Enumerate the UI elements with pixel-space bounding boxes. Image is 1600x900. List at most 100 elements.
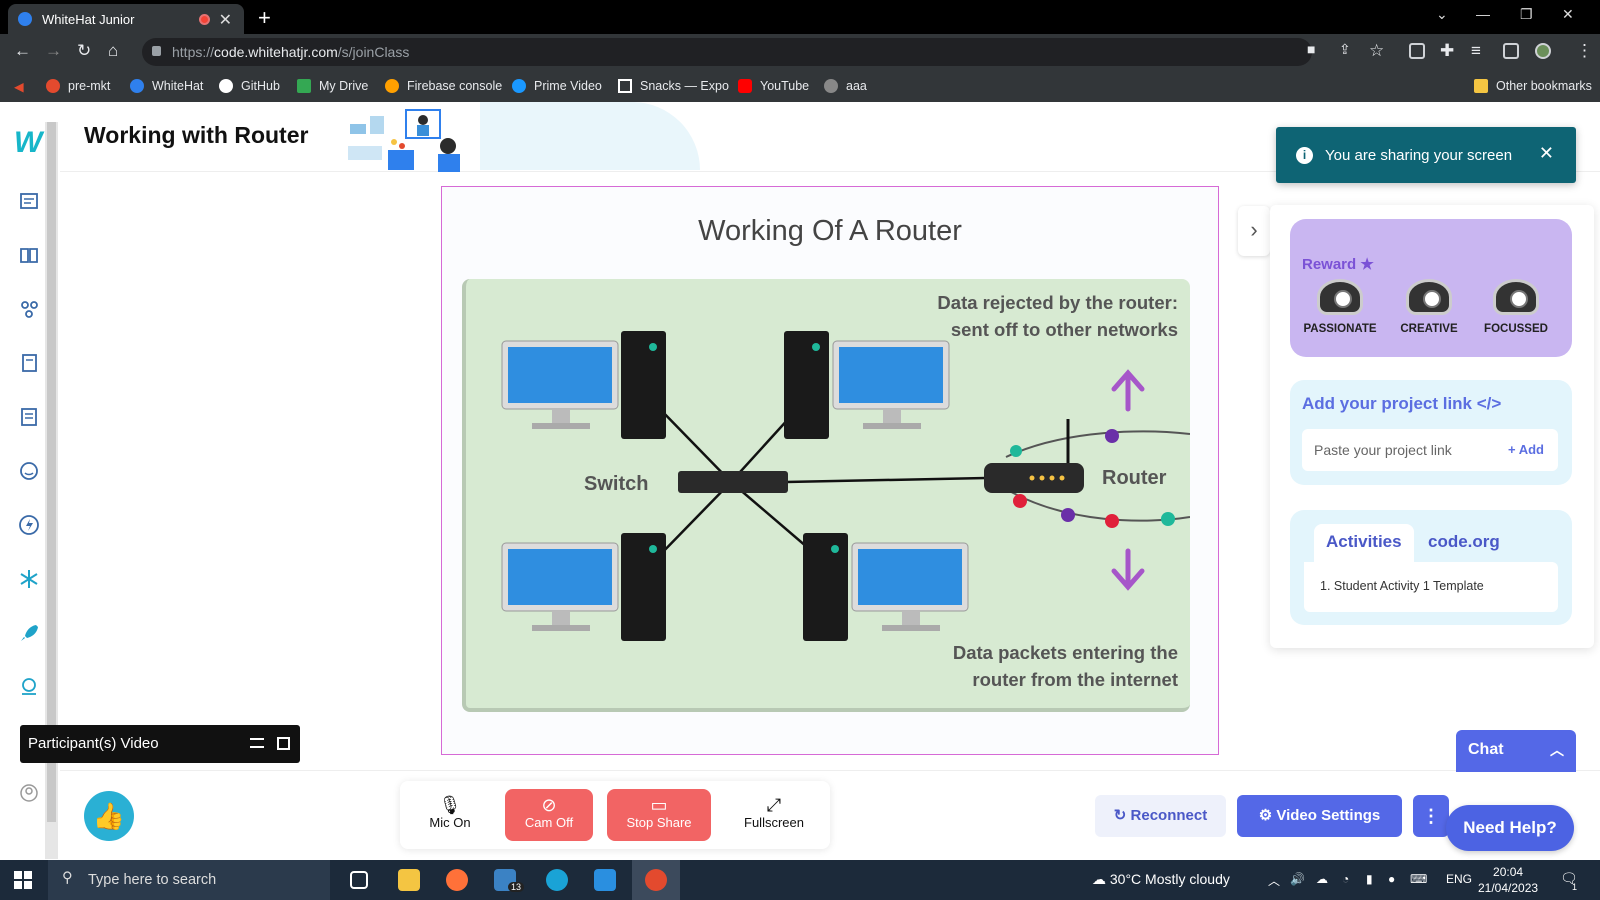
forward-icon[interactable]: →	[45, 41, 62, 61]
battery-icon[interactable]: ▮	[1366, 872, 1373, 886]
file-explorer-icon[interactable]	[398, 869, 420, 891]
lightning-icon[interactable]	[18, 514, 40, 536]
bookmark-prime-video[interactable]: Prime Video	[512, 79, 602, 93]
vscode-icon[interactable]	[594, 869, 616, 891]
bookmark-youtube[interactable]: YouTube	[738, 79, 809, 93]
minimize-icon[interactable]: —	[1476, 6, 1490, 22]
badge-creative[interactable]: CREATIVE	[1389, 279, 1469, 335]
back-icon[interactable]: ←	[14, 41, 31, 61]
bookmark-snacks-expo[interactable]: Snacks — Expo	[618, 79, 729, 93]
other-bookmarks-label: Other bookmarks	[1496, 79, 1592, 93]
extensions-puzzle-icon[interactable]: ✚	[1440, 41, 1454, 61]
chat-button[interactable]: Chat ︿	[1456, 730, 1576, 772]
smiley-icon[interactable]	[18, 460, 40, 482]
new-tab-button[interactable]: +	[258, 5, 271, 31]
tab-code-org[interactable]: code.org	[1416, 524, 1512, 562]
taskbar-clock[interactable]: 20:04 21/04/2023	[1478, 864, 1538, 896]
share-icon[interactable]: ⇪	[1339, 41, 1351, 58]
show-hidden-icons[interactable]: ︿	[1268, 872, 1280, 889]
volume-icon[interactable]: 🔊	[1290, 872, 1305, 886]
tab-activities[interactable]: Activities	[1314, 524, 1414, 562]
bookmark-star-icon[interactable]: ☆	[1369, 41, 1384, 61]
expo-icon	[618, 79, 632, 93]
firebase-icon	[385, 79, 399, 93]
book-icon[interactable]	[18, 244, 40, 266]
add-project-link-button[interactable]: + Add	[1508, 442, 1544, 457]
wifi-icon[interactable]: ◔	[1342, 872, 1349, 886]
reload-icon[interactable]: ↻	[77, 41, 91, 61]
close-window-icon[interactable]: ✕	[1562, 6, 1574, 23]
other-bookmarks[interactable]: Other bookmarks	[1474, 79, 1592, 93]
bookmark-my-drive[interactable]: My Drive	[297, 79, 368, 93]
panel-toggle-chevron-icon[interactable]: ›	[1238, 206, 1270, 256]
participant-video-bar[interactable]: Participant(s) Video	[20, 725, 300, 763]
class-schedule-icon[interactable]	[18, 190, 40, 212]
firefox-icon[interactable]	[446, 869, 468, 891]
restore-icon[interactable]: ❐	[1520, 6, 1533, 23]
stop-share-button[interactable]: ▭ Stop Share	[607, 789, 711, 841]
badge-label: PASSIONATE	[1303, 323, 1377, 335]
document-icon[interactable]	[18, 406, 40, 428]
edge-icon[interactable]	[546, 869, 568, 891]
profile-avatar-icon[interactable]	[1535, 43, 1551, 59]
weather-widget[interactable]: ☁ 30°C Mostly cloudy	[1092, 871, 1230, 888]
github-icon	[219, 79, 233, 93]
taskbar-search[interactable]: ⚲ Type here to search	[48, 860, 330, 900]
camera-off-icon: ⊘	[541, 795, 557, 815]
bookmark-whitehat[interactable]: WhiteHat	[130, 79, 203, 93]
need-help-button[interactable]: Need Help?	[1446, 805, 1574, 851]
windows-taskbar: ⚲ Type here to search 13 ☁ 30°C Mostly c…	[0, 860, 1600, 900]
video-settings-button[interactable]: ⚙ Video Settings	[1237, 795, 1402, 837]
more-options-button[interactable]: ⋮	[1413, 795, 1449, 837]
maximize-icon[interactable]	[277, 737, 290, 750]
onedrive-icon[interactable]: ☁	[1316, 872, 1328, 886]
apps-icon[interactable]: ◀	[14, 79, 24, 94]
media-queue-icon[interactable]: ≡	[1471, 41, 1481, 61]
mic-button[interactable]: 🎙 Mic On	[406, 789, 494, 841]
nodes-icon[interactable]	[18, 298, 40, 320]
camera-icon[interactable]: ■	[1307, 41, 1315, 57]
activities-list: 1. Student Activity 1 Template	[1304, 562, 1558, 612]
scrollbar-thumb[interactable]	[47, 122, 56, 822]
badge-passionate[interactable]: PASSIONATE	[1300, 279, 1380, 335]
browser-tab[interactable]: WhiteHat Junior ✕	[8, 4, 244, 34]
arrow-up-icon	[1111, 369, 1145, 412]
close-tab-icon[interactable]: ✕	[219, 10, 232, 30]
mic-tray-icon[interactable]: ●	[1388, 872, 1395, 886]
extension-shield-icon[interactable]	[1409, 43, 1425, 59]
chrome-icon[interactable]	[645, 869, 667, 891]
side-panel-icon[interactable]	[1503, 43, 1519, 59]
rocket-icon[interactable]	[18, 622, 40, 644]
participant-video-label: Participant(s) Video	[28, 735, 159, 752]
whitehat-logo[interactable]: W	[14, 126, 42, 160]
bookmark-github[interactable]: GitHub	[219, 79, 280, 93]
url-bar[interactable]: https:// code.whitehatjr.com /s/joinClas…	[142, 38, 1312, 66]
bookmark-aaa[interactable]: aaa	[824, 79, 867, 93]
rejected-line-1: Data rejected by the router:	[937, 292, 1178, 313]
activities-card: Activities code.org 1. Student Activity …	[1290, 510, 1572, 625]
snowflake-icon[interactable]	[18, 568, 40, 590]
camera-button[interactable]: ⊘ Cam Off	[505, 789, 593, 841]
list-item[interactable]: 1. Student Activity 1 Template	[1320, 579, 1558, 593]
reconnect-button[interactable]: ↻ Reconnect	[1095, 795, 1226, 837]
notebook-icon[interactable]	[18, 352, 40, 374]
shared-slide: Working Of A Router Data rejected by the…	[441, 186, 1219, 755]
user-profile-icon[interactable]	[18, 782, 40, 804]
chrome-menu-icon[interactable]: ⋮	[1576, 41, 1593, 61]
fullscreen-button[interactable]: ⤢ Fullscreen	[730, 789, 818, 841]
thumbs-up-icon[interactable]: 👍	[84, 791, 134, 841]
badge-label: FOCUSSED	[1484, 323, 1548, 335]
home-icon[interactable]: ⌂	[108, 41, 118, 61]
support-icon[interactable]	[18, 676, 40, 698]
windows-start-icon[interactable]	[14, 871, 32, 889]
layout-icon[interactable]	[250, 738, 264, 748]
keyboard-icon[interactable]: ⌨	[1410, 872, 1427, 886]
bookmark-firebase[interactable]: Firebase console	[385, 79, 502, 93]
badge-focussed[interactable]: FOCUSSED	[1476, 279, 1556, 335]
tab-search-icon[interactable]: ⌄	[1436, 6, 1448, 23]
task-view-icon[interactable]	[350, 871, 368, 889]
close-toast-icon[interactable]: ✕	[1539, 143, 1554, 164]
bookmark-pre-mkt[interactable]: pre-mkt	[46, 79, 110, 93]
url-path: /s/joinClass	[337, 44, 410, 60]
language-indicator[interactable]: ENG	[1446, 872, 1472, 886]
